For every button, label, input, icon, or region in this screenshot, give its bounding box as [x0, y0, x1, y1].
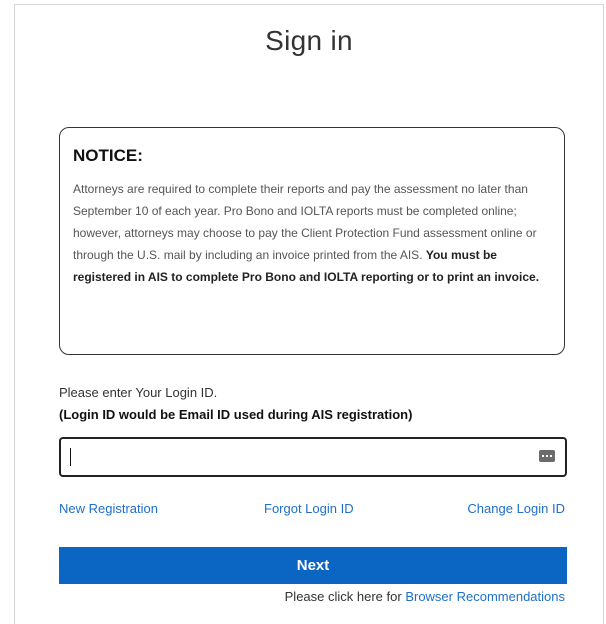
- text-caret: [70, 448, 71, 466]
- login-id-label: Please enter Your Login ID.: [59, 385, 218, 400]
- login-id-field-wrapper: [59, 437, 567, 477]
- next-button[interactable]: Next: [59, 547, 567, 584]
- browser-recommendations-note: Please click here for Browser Recommenda…: [285, 589, 565, 604]
- forgot-login-id-link[interactable]: Forgot Login ID: [264, 501, 354, 516]
- change-login-id-link[interactable]: Change Login ID: [467, 501, 565, 516]
- notice-heading: NOTICE:: [73, 146, 143, 165]
- notice-text: Attorneys are required to complete their…: [73, 178, 552, 288]
- browser-recommendations-link[interactable]: Browser Recommendations: [405, 589, 565, 604]
- page-title: Sign in: [265, 25, 353, 56]
- sign-in-card: Sign in NOTICE: Attorneys are required t…: [14, 4, 604, 624]
- browser-recommendations-prefix: Please click here for: [284, 589, 406, 604]
- new-registration-link[interactable]: New Registration: [59, 501, 158, 516]
- login-id-input[interactable]: [61, 439, 541, 475]
- password-manager-icon[interactable]: [539, 450, 555, 462]
- notice-box: NOTICE: Attorneys are required to comple…: [59, 127, 565, 355]
- login-id-hint: (Login ID would be Email ID used during …: [59, 407, 413, 422]
